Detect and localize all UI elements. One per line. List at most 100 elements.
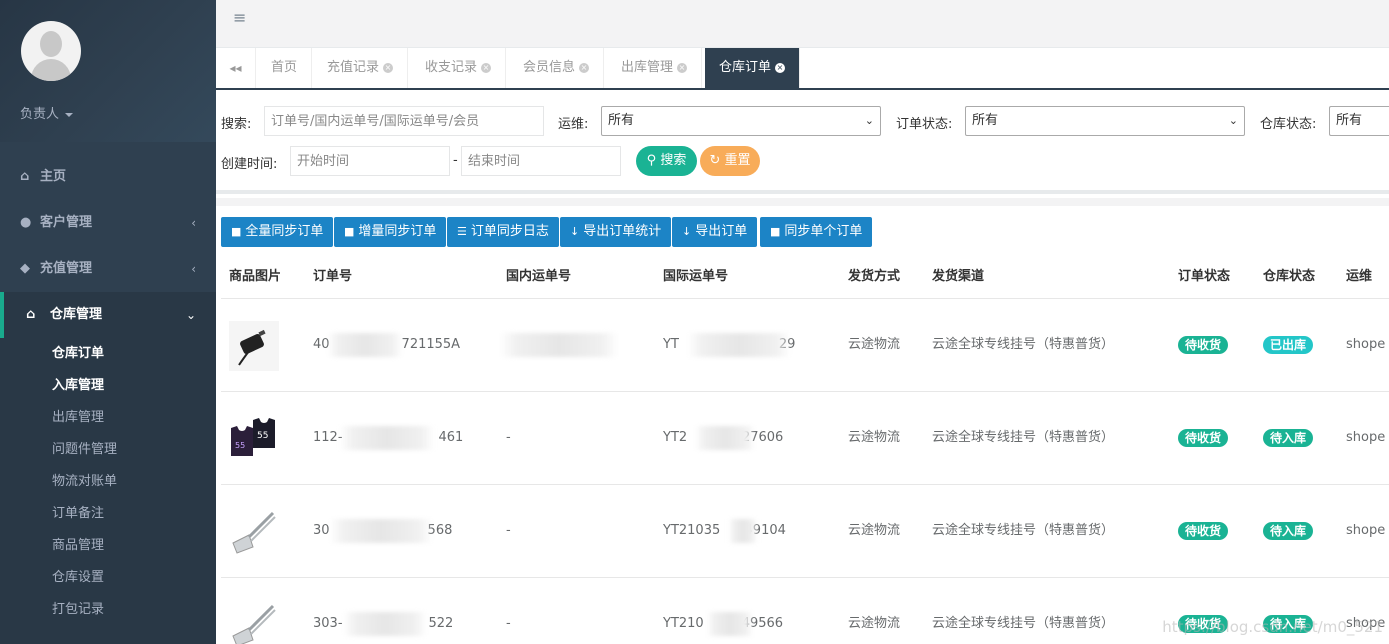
subnav-packing-records[interactable]: 打包记录 xyxy=(52,594,104,626)
warehouse-status-badge: 待入库 xyxy=(1263,522,1314,540)
top-bar: ≡ xyxy=(216,0,1389,48)
shipping-method: 云途物流 xyxy=(848,616,901,631)
search-button[interactable]: ⚲ 搜索 xyxy=(636,146,697,176)
incremental-sync-button[interactable]: ■ 增量同步订单 xyxy=(334,217,447,247)
tab-outbound[interactable]: 出库管理 × xyxy=(607,48,703,88)
truck-icon: ■ xyxy=(344,225,355,238)
svg-text:55: 55 xyxy=(257,431,268,441)
close-icon[interactable]: × xyxy=(579,62,590,73)
export-stats-button[interactable]: ↓ 导出订单统计 xyxy=(560,217,672,247)
order-number-suffix: 522 xyxy=(428,616,454,631)
tab-home[interactable]: 首页 xyxy=(257,48,313,88)
tab-label: 出库管理 xyxy=(621,60,674,75)
shipping-channel: 云途全球专线挂号（特惠普货） xyxy=(932,337,1115,352)
table-row[interactable]: 30 568 - YT21035 049104 云途物流 云途全球专线挂号（特惠普货… xyxy=(221,485,1389,578)
tab-scroll-left-icon[interactable]: ◂◂ xyxy=(216,48,256,88)
export-orders-label: 导出订单 xyxy=(695,224,748,239)
end-time-input[interactable] xyxy=(461,146,621,176)
subnav-inbound[interactable]: 入库管理 xyxy=(52,370,104,402)
product-image[interactable] xyxy=(229,600,279,644)
column-header: 仓库状态 xyxy=(1263,269,1316,284)
charger-image xyxy=(229,321,279,371)
nav-item-recharge[interactable]: ◆ 充值管理 ‹ xyxy=(0,246,216,292)
nav-item-label: 主页 xyxy=(40,169,67,184)
order-status-badge: 待收货 xyxy=(1178,522,1229,540)
nav-item-home[interactable]: ⌂ 主页 xyxy=(0,154,216,200)
user-name: 负责人 xyxy=(20,107,60,122)
date-range-dash: - xyxy=(453,153,458,168)
tab-recharge-records[interactable]: 充值记录 × xyxy=(313,48,409,88)
menu-icon[interactable]: ≡ xyxy=(233,8,246,27)
subnav-warehouse-orders[interactable]: 仓库订单 xyxy=(52,338,104,370)
ops-value: shope xyxy=(1346,523,1386,538)
redaction xyxy=(329,519,433,543)
tab-member-info[interactable]: 会员信息 × xyxy=(509,48,605,88)
tab-label: 充值记录 xyxy=(327,60,380,75)
redaction xyxy=(707,612,753,636)
nav-item-warehouse[interactable]: ⌂ 仓库管理 ⌄ xyxy=(0,292,216,338)
download-icon: ↓ xyxy=(682,225,692,238)
ops-label: 运维: xyxy=(558,117,589,132)
user-menu[interactable]: 负责人 xyxy=(20,103,74,122)
table-row[interactable]: 40721155A YT29 云途物流 云途全球专线挂号（特惠普货） 待收货 已… xyxy=(221,299,1389,392)
product-image[interactable]: 55 55 xyxy=(229,414,279,464)
nav-item-label: 客户管理 xyxy=(40,215,93,230)
sync-single-button[interactable]: ■ 同步单个订单 xyxy=(760,217,873,247)
domestic-tracking: - xyxy=(506,616,511,631)
reset-button-label: 重置 xyxy=(724,153,751,168)
subnav-products[interactable]: 商品管理 xyxy=(52,530,104,562)
search-input[interactable] xyxy=(264,106,544,136)
product-image[interactable] xyxy=(229,507,279,557)
full-sync-button[interactable]: ■ 全量同步订单 xyxy=(221,217,334,247)
intl-tracking-prefix: YT210 xyxy=(663,616,704,631)
start-time-input[interactable] xyxy=(290,146,450,176)
domestic-tracking: - xyxy=(506,523,511,538)
intl-tracking-prefix: YT xyxy=(663,337,679,352)
redaction xyxy=(327,333,403,357)
sidebar: 负责人 ⌂ 主页 ● 客户管理 ‹ ◆ 充值管理 ‹ ⌂ 仓库管理 ⌄ 仓库订单… xyxy=(0,0,216,644)
download-icon: ↓ xyxy=(570,225,580,238)
shipping-method: 云途物流 xyxy=(848,337,901,352)
avatar[interactable] xyxy=(21,21,81,81)
shipping-method: 云途物流 xyxy=(848,430,901,445)
nav-item-label: 充值管理 xyxy=(40,261,93,276)
redaction xyxy=(343,612,427,636)
chevron-down-icon: ⌄ xyxy=(185,308,196,322)
table-row[interactable]: 55 55 112-461 - YT272027606 云途物流 云途全球专线挂… xyxy=(221,392,1389,485)
svg-text:55: 55 xyxy=(235,441,245,450)
redaction xyxy=(499,333,619,357)
subnav-logistics-bill[interactable]: 物流对账单 xyxy=(52,466,117,498)
tab-income-expense[interactable]: 收支记录 × xyxy=(411,48,507,88)
sync-single-label: 同步单个订单 xyxy=(784,224,863,239)
nav-item-customers[interactable]: ● 客户管理 ‹ xyxy=(0,200,216,246)
column-header: 订单号 xyxy=(313,269,353,284)
ops-select[interactable]: 所有 ⌄ xyxy=(601,106,881,136)
close-icon[interactable]: × xyxy=(383,62,394,73)
nav-item-label: 仓库管理 xyxy=(50,307,103,322)
shipping-channel: 云途全球专线挂号（特惠普货） xyxy=(932,616,1115,631)
column-header: 国际运单号 xyxy=(663,269,729,284)
subnav-warehouse-settings[interactable]: 仓库设置 xyxy=(52,562,104,594)
tab-label: 会员信息 xyxy=(523,60,576,75)
export-orders-button[interactable]: ↓ 导出订单 xyxy=(672,217,758,247)
ops-select-value: 所有 xyxy=(608,113,635,128)
subnav-problem-items[interactable]: 问题件管理 xyxy=(52,434,117,466)
sync-log-button[interactable]: ☰ 订单同步日志 xyxy=(447,217,559,247)
product-image[interactable] xyxy=(229,321,279,371)
tab-bar: ◂◂ 首页 充值记录 × 收支记录 × 会员信息 × 出库管理 × 仓库订单 × xyxy=(216,48,1389,90)
reset-button[interactable]: ↻ 重置 xyxy=(700,146,760,176)
bank-icon: ⌂ xyxy=(26,307,36,322)
close-icon[interactable]: × xyxy=(775,62,786,73)
subnav-outbound[interactable]: 出库管理 xyxy=(52,402,104,434)
order-status-select[interactable]: 所有 ⌄ xyxy=(965,106,1245,136)
subnav-order-notes[interactable]: 订单备注 xyxy=(52,498,104,530)
close-icon[interactable]: × xyxy=(677,62,688,73)
chevron-down-icon: ⌄ xyxy=(864,114,874,127)
warehouse-status-select[interactable]: 所有 xyxy=(1329,106,1389,136)
warehouse-status-label: 仓库状态: xyxy=(1260,117,1317,132)
tab-warehouse-orders[interactable]: 仓库订单 × xyxy=(705,48,801,88)
refresh-icon: ↻ xyxy=(709,153,721,168)
order-number-suffix: 461 xyxy=(438,430,464,445)
search-icon: ⚲ xyxy=(646,153,657,168)
close-icon[interactable]: × xyxy=(481,62,492,73)
